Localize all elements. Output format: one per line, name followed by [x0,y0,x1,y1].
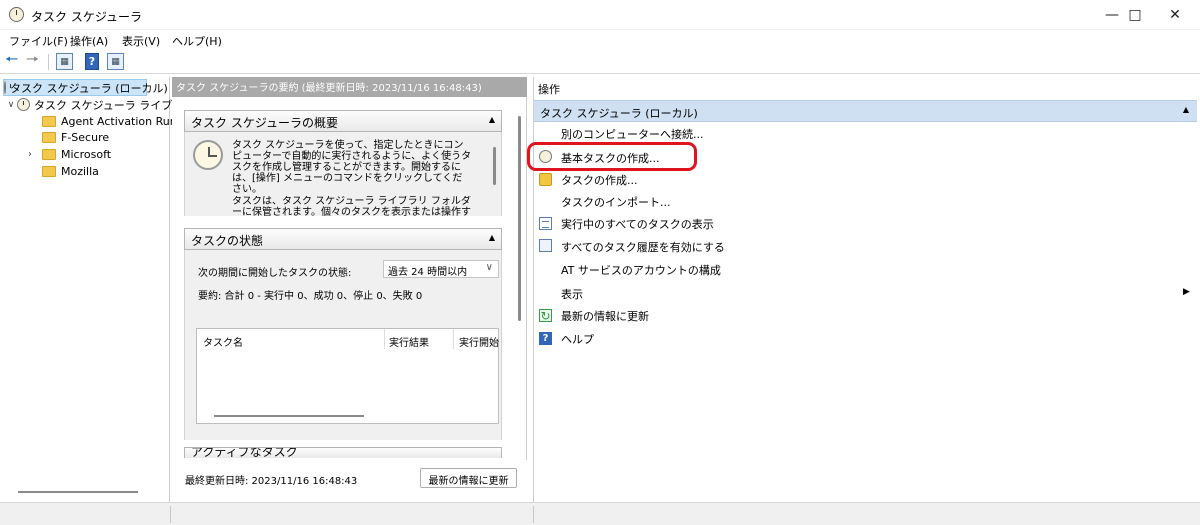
tree-item-library[interactable]: ∨ タスク スケジューラ ライブラリ [5,96,194,113]
overview-scrollbar[interactable] [493,147,496,185]
history-icon [539,239,552,252]
window-title: タスク スケジューラ [31,10,142,24]
tree-item-root[interactable]: タスク スケジューラ (ローカル) [3,79,168,96]
status-title: タスクの状態 [191,234,264,248]
show-hide-action-pane-icon[interactable]: ▦ [107,53,124,70]
task-status-table: タスク名 実行結果 実行開始 [196,328,499,424]
column-header-task-name[interactable]: タスク名 [203,334,243,349]
menu-action[interactable]: 操作(A) [70,33,108,49]
folder-icon [42,166,56,177]
folder-icon [42,116,56,127]
status-bar [0,502,1200,525]
task-scheduler-app-icon [9,7,24,22]
menu-file[interactable]: ファイル(F) [9,33,68,49]
overview-paragraph-1: タスク スケジューラを使って、指定したときにコンピューターで自動的に実行されるよ… [232,140,472,195]
action-connect-computer[interactable]: 別のコンピューターへ接続... [561,126,704,142]
horizontal-scrollbar[interactable] [18,491,138,493]
toolbar: 🠔 🠖 ▦ ? ▦ [0,50,1200,74]
status-divider [170,506,171,523]
overview-paragraph-2: タスクは、タスク スケジューラ ライブラリ フォルダーに保管されます。個々のタス… [232,196,471,216]
active-tasks-title: アクティブなタスク [191,447,298,458]
collapse-caret-icon[interactable]: ▲ [1183,105,1189,114]
console-tree: タスク スケジューラ (ローカル) ∨ タスク スケジューラ ライブラリ Age… [0,77,194,502]
column-separator [453,329,454,349]
collapse-caret-icon[interactable]: ▲ [489,115,495,124]
refresh-button[interactable]: 最新の情報に更新 [420,468,517,488]
actions-group-label: タスク スケジューラ (ローカル) [540,107,698,120]
folder-icon [42,149,56,160]
tree-item-label: F-Secure [61,131,110,144]
annotation-highlight [527,142,697,171]
menu-help[interactable]: ヘルプ(H) [172,33,222,49]
overview-section-header[interactable]: タスク スケジューラの概要 ▲ [184,110,502,132]
close-button[interactable]: ✕ [1155,0,1195,30]
action-create-task[interactable]: タスクの作成... [561,172,638,188]
actions-group-header[interactable]: タスク スケジューラ (ローカル) ▲ [534,100,1197,122]
action-configure-at-account[interactable]: AT サービスのアカウントの構成 [561,262,721,278]
action-view[interactable]: 表示 [561,286,583,302]
menu-view[interactable]: 表示(V) [122,33,160,49]
tree-item-label: Mozilla [61,165,99,178]
clock-icon [4,81,11,94]
tree-item-mozilla[interactable]: Mozilla [42,163,99,180]
chevron-down-icon[interactable]: ∨ [5,100,17,110]
collapse-caret-icon[interactable]: ▲ [489,233,495,242]
back-arrow-icon[interactable]: 🠔 [5,50,18,70]
library-clock-icon [17,98,30,111]
status-section-header[interactable]: タスクの状態 ▲ [184,228,502,250]
summary-header: タスク スケジューラの要約 (最終更新日時: 2023/11/16 16:48:… [172,77,527,97]
period-value: 過去 24 時間以内 [388,267,468,278]
forward-arrow-icon[interactable]: 🠖 [26,50,39,70]
overview-title: タスク スケジューラの概要 [191,116,338,130]
tree-item-label: タスク スケジューラ ライブラリ [34,98,195,112]
action-help[interactable]: ヘルプ [561,331,594,347]
column-header-result[interactable]: 実行結果 [389,334,429,349]
action-import-task[interactable]: タスクのインポート... [561,194,671,210]
running-tasks-icon [539,217,552,230]
tree-item-label: タスク スケジューラ (ローカル) [10,81,168,95]
maximize-button[interactable]: □ [1115,0,1155,30]
toolbar-separator [48,54,49,70]
tree-item-f-secure[interactable]: F-Secure [42,129,109,146]
help-icon: ? [539,332,552,345]
tree-item-microsoft[interactable]: › Microsoft [24,146,111,163]
period-label: 次の期間に開始したタスクの状態: [198,268,352,279]
title-bar: タスク スケジューラ — □ ✕ [0,0,1200,30]
tree-item-label: Microsoft [61,148,112,161]
active-tasks-section-header[interactable]: アクティブなタスク [184,447,502,458]
show-hide-console-tree-icon[interactable]: ▦ [56,53,73,70]
task-scheduler-clock-icon [193,140,223,170]
menu-bar: ファイル(F) 操作(A) 表示(V) ヘルプ(H) [0,30,1200,50]
column-header-start[interactable]: 実行開始 [459,334,499,349]
status-divider [533,506,534,523]
chevron-down-icon: ∨ [485,262,493,273]
table-horizontal-scrollbar[interactable] [214,415,364,417]
folder-icon [42,132,56,143]
tree-item-agent-activation[interactable]: Agent Activation Runt [42,113,181,130]
status-summary: 要約: 合計 0 - 実行中 0、成功 0、停止 0、失敗 0 [198,291,423,302]
tree-item-label: Agent Activation Runt [61,115,182,128]
action-enable-history[interactable]: すべてのタスク履歴を有効にする [561,239,725,255]
action-show-running-tasks[interactable]: 実行中のすべてのタスクの表示 [561,216,714,232]
chevron-right-icon[interactable]: › [24,149,36,160]
period-dropdown[interactable]: 過去 24 時間以内 ∨ [383,260,499,278]
last-updated-text: 最終更新日時: 2023/11/16 16:48:43 [185,476,358,487]
action-refresh[interactable]: 最新の情報に更新 [561,308,649,324]
refresh-icon: ↻ [539,309,552,323]
actions-title: 操作 [538,83,560,96]
create-task-icon [539,173,552,186]
summary-vertical-scrollbar[interactable] [518,116,521,321]
submenu-arrow-icon: ▶ [1183,287,1190,297]
help-icon[interactable]: ? [85,53,99,70]
column-separator [384,329,385,349]
